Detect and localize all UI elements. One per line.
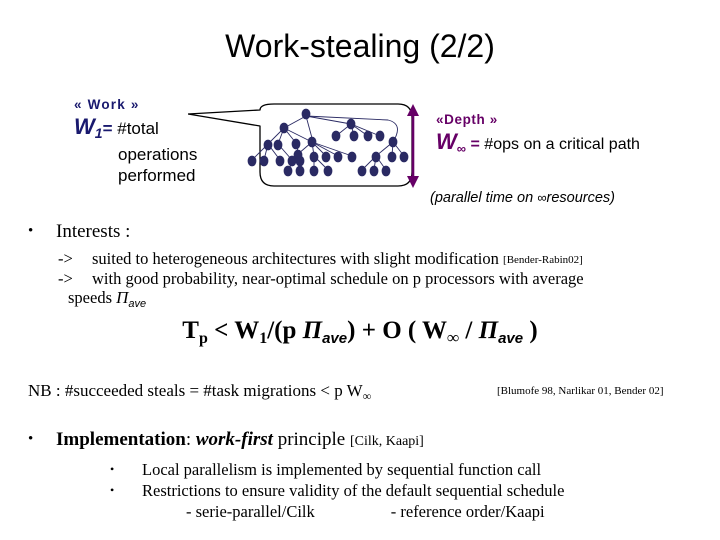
formula-close-2: ) — [529, 317, 538, 344]
interests-item-2-text: with good probability, near-optimal sche… — [92, 269, 584, 288]
implementation-colon: : — [185, 429, 196, 450]
interests-item-1-reference: [Bender-Rabin02] — [503, 254, 583, 266]
work-subscript: 1 — [94, 125, 103, 141]
formula-pi-1-sub: ave — [322, 330, 348, 347]
formula-plus: + — [361, 317, 376, 344]
formula-pi-2: Π — [478, 317, 499, 344]
formula-pi-1: Π — [302, 317, 323, 344]
interests-heading: Interests : — [56, 221, 131, 242]
interests-item-1-text: suited to heterogeneous architectures wi… — [92, 249, 499, 268]
bullet-dot-icon: • — [110, 462, 115, 476]
formula-Winf-sub: ∞ — [447, 328, 460, 347]
work-equals: = — [102, 119, 113, 138]
implementation-sub-item-2-text: Restrictions to ensure validity of the d… — [142, 481, 565, 500]
bullet-dot-icon: • — [110, 483, 115, 497]
main-formula: Tp < W1/(p Πave) + O ( W∞ / Πave ) — [0, 315, 720, 355]
depth-label: «Depth » — [436, 112, 498, 127]
formula-div-open: /(p — [267, 317, 297, 344]
depth-formula: W∞ = #ops on a critical path — [436, 131, 720, 159]
nb-infinity-symbol: ∞ — [362, 389, 372, 403]
implementation-sub-item-1-text: Local parallelism is implemented by sequ… — [142, 460, 542, 479]
arrow-marker-icon: -> — [58, 249, 73, 268]
work-symbol: W — [74, 114, 95, 139]
bullet-dot-icon: • — [28, 223, 34, 239]
depth-note-prefix: (parallel time on — [430, 190, 534, 206]
depth-definition: #ops on a critical path — [484, 136, 640, 153]
depth-double-arrow — [402, 100, 424, 192]
nb-reference: [Blumofe 98, Narlikar 01, Bender 02] — [497, 385, 664, 397]
formula-W1-sub: 1 — [259, 330, 268, 347]
depth-note: (parallel time on ∞resources) — [430, 189, 615, 207]
arrow-head-up — [407, 104, 419, 116]
bullet-dot-icon: • — [28, 431, 34, 447]
formula-big-o: O ( — [382, 317, 417, 344]
bullet-implementation: • Implementation: work-first principle [C… — [28, 427, 424, 454]
depth-note-suffix: resources) — [546, 190, 615, 206]
page-title: Work-stealing (2/2) — [225, 28, 495, 64]
depth-symbol: W — [436, 129, 457, 154]
nb-text: NB : #succeeded steals = #task migration… — [28, 381, 363, 400]
pi-symbol: Π — [116, 288, 129, 307]
implementation-sub-item-2: • Restrictions to ensure validity of the … — [110, 480, 564, 501]
formula-pi-2-sub: ave — [498, 330, 524, 347]
depth-subscript: ∞ — [456, 141, 467, 156]
footnote-right: - reference order/Kaapi — [390, 502, 545, 521]
task-tree-callout — [188, 98, 418, 190]
formula-close-1: ) — [347, 317, 356, 344]
formula-T-sub: p — [198, 330, 208, 347]
implementation-rest: principle — [272, 429, 350, 450]
formula-lt: < — [214, 317, 229, 344]
nb-note: NB : #succeeded steals = #task migration… — [28, 380, 371, 407]
pi-subscript: ave — [128, 298, 147, 310]
formula-W1: W — [234, 317, 260, 344]
implementation-sub-item-1: • Local parallelism is implemented by seq… — [110, 459, 541, 480]
bullet-interests: • Interests : — [28, 219, 130, 244]
speeds-label: speeds — [68, 288, 112, 307]
depth-equals: = — [470, 136, 480, 153]
formula-T: T — [182, 317, 199, 344]
footnote-left: - serie-parallel/Cilk — [186, 502, 315, 521]
formula-Winf: W — [422, 317, 448, 344]
implementation-footnotes: - serie-parallel/Cilk - reference order/K… — [186, 501, 545, 522]
implementation-emphasis: work-first — [195, 429, 273, 450]
work-definition-line-1: #total — [117, 119, 159, 138]
implementation-label: Implementation — [56, 429, 186, 450]
interests-item-2: -> with good probability, near-optimal sc… — [58, 268, 584, 289]
interests-item-2-continuation: speeds Πave — [68, 287, 146, 315]
implementation-reference: [Cilk, Kaapi] — [349, 434, 424, 449]
depth-definition-block: «Depth » W∞ = #ops on a critical path (p… — [430, 111, 720, 206]
formula-slash: / — [465, 317, 473, 344]
arrow-marker-icon: -> — [58, 269, 73, 288]
arrow-head-down — [407, 176, 419, 188]
